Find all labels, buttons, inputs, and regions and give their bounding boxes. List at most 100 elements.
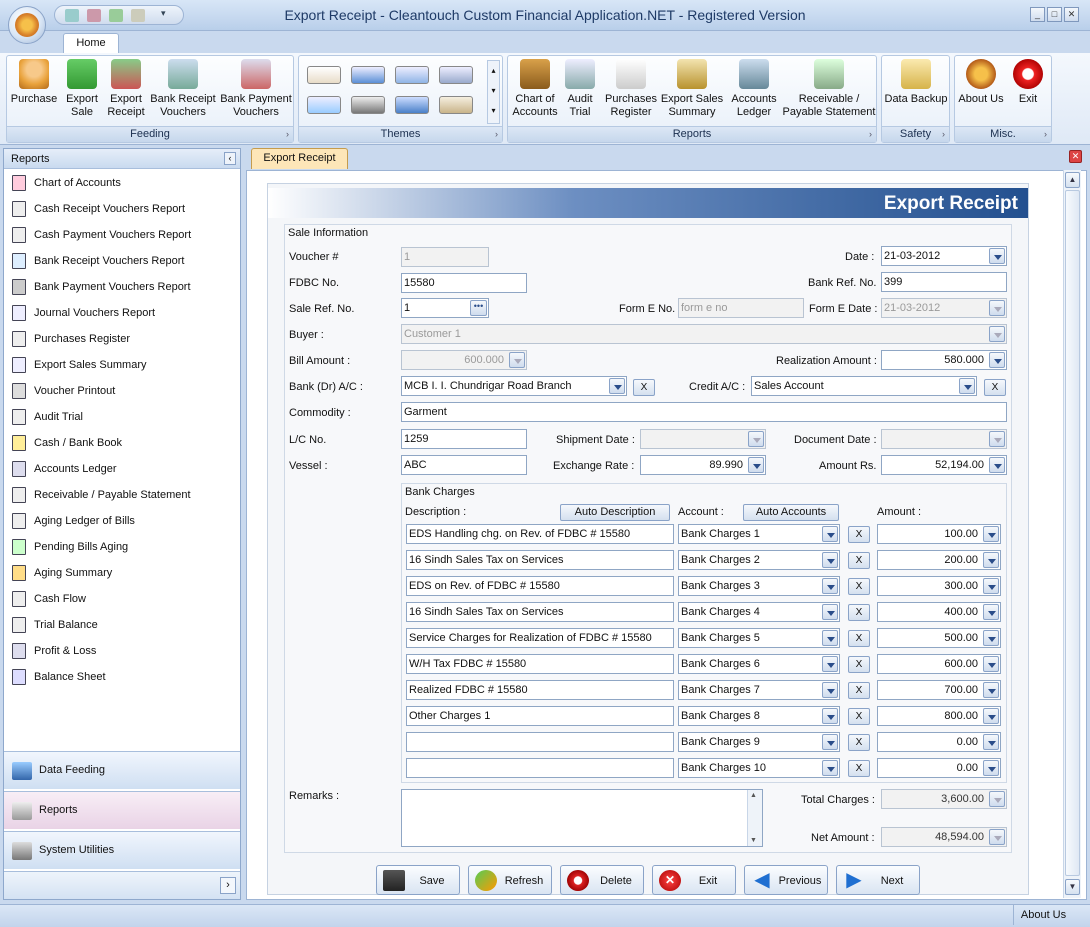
report-item[interactable]: Trial Balance: [12, 615, 232, 637]
report-item[interactable]: Cash Payment Vouchers Report: [12, 225, 232, 247]
credit-dropdown-icon[interactable]: [959, 378, 975, 394]
remarks-textarea[interactable]: ▲ ▼: [401, 789, 763, 847]
charge-amount-field[interactable]: 800.00: [877, 706, 1001, 726]
charge-amount-spin-icon[interactable]: [983, 604, 999, 620]
exit-app-button[interactable]: Exit: [1007, 59, 1049, 127]
chart-of-accounts-button[interactable]: Chart of Accounts: [510, 59, 560, 127]
realization-spin-icon[interactable]: [989, 352, 1005, 368]
vessel-field[interactable]: ABC: [401, 455, 527, 475]
charge-description-field[interactable]: Service Charges for Realization of FDBC …: [406, 628, 674, 648]
date-field[interactable]: 21-03-2012: [881, 246, 1007, 266]
report-item[interactable]: Bank Payment Vouchers Report: [12, 277, 232, 299]
report-item[interactable]: Receivable / Payable Statement: [12, 485, 232, 507]
exchange-rate-field[interactable]: 89.990: [640, 455, 766, 475]
report-item[interactable]: Voucher Printout: [12, 381, 232, 403]
remarks-scroll-down-icon[interactable]: ▼: [750, 837, 757, 844]
charge-account-field[interactable]: Bank Charges 5: [678, 628, 840, 648]
bank-ref-field[interactable]: 399: [881, 272, 1007, 292]
charge-description-field[interactable]: EDS Handling chg. on Rev. of FDBC # 1558…: [406, 524, 674, 544]
charge-amount-spin-icon[interactable]: [983, 630, 999, 646]
theme-swatch-1[interactable]: [307, 66, 341, 84]
charge-amount-field[interactable]: 400.00: [877, 602, 1001, 622]
new-icon[interactable]: [65, 9, 79, 22]
nav-data-feeding[interactable]: Data Feeding: [4, 751, 240, 789]
charge-account-field[interactable]: Bank Charges 6: [678, 654, 840, 674]
report-item[interactable]: Aging Ledger of Bills: [12, 511, 232, 533]
charge-description-field[interactable]: 16 Sindh Sales Tax on Services: [406, 550, 674, 570]
charge-account-dropdown-icon[interactable]: [822, 526, 838, 542]
charge-amount-field[interactable]: 600.00: [877, 654, 1001, 674]
clear-charge-button[interactable]: X: [848, 604, 870, 621]
report-item[interactable]: Journal Vouchers Report: [12, 303, 232, 325]
remarks-scroll-up-icon[interactable]: ▲: [750, 792, 757, 799]
form-e-date-field[interactable]: 21-03-2012: [881, 298, 1007, 318]
collapse-icon[interactable]: ‹: [224, 152, 236, 165]
delete-button[interactable]: Delete: [560, 865, 644, 895]
app-orb-button[interactable]: [8, 6, 46, 44]
credit-account-field[interactable]: Sales Account: [751, 376, 977, 396]
bank-receipt-vouchers-button[interactable]: Bank Receipt Vouchers: [149, 59, 217, 127]
report-item[interactable]: Pending Bills Aging: [12, 537, 232, 559]
next-button[interactable]: ▶ Next: [836, 865, 920, 895]
theme-swatch-2[interactable]: [351, 66, 385, 84]
save-button[interactable]: Save: [376, 865, 460, 895]
clear-charge-button[interactable]: X: [848, 552, 870, 569]
export-sale-button[interactable]: Export Sale: [61, 59, 103, 127]
bill-amount-spin-icon[interactable]: [509, 352, 525, 368]
sale-ref-lookup-button[interactable]: •••: [470, 300, 487, 316]
themes-gallery-scroll[interactable]: ▴ ▾ ▾: [487, 60, 500, 124]
charge-amount-spin-icon[interactable]: [983, 656, 999, 672]
charge-amount-field[interactable]: 0.00: [877, 732, 1001, 752]
charge-amount-field[interactable]: 100.00: [877, 524, 1001, 544]
clear-charge-button[interactable]: X: [848, 656, 870, 673]
charge-account-field[interactable]: Bank Charges 1: [678, 524, 840, 544]
exchange-rate-spin-icon[interactable]: [748, 457, 764, 473]
charge-amount-spin-icon[interactable]: [983, 526, 999, 542]
remarks-scrollbar[interactable]: ▲ ▼: [747, 790, 762, 846]
export-sales-summary-button[interactable]: Export Sales Summary: [660, 59, 724, 127]
charge-account-dropdown-icon[interactable]: [822, 682, 838, 698]
lc-field[interactable]: 1259: [401, 429, 527, 449]
bank-dropdown-icon[interactable]: [609, 378, 625, 394]
charge-account-dropdown-icon[interactable]: [822, 604, 838, 620]
audit-trial-button[interactable]: Audit Trial: [562, 59, 598, 127]
report-item[interactable]: Accounts Ledger: [12, 459, 232, 481]
charge-description-field[interactable]: 16 Sindh Sales Tax on Services: [406, 602, 674, 622]
charge-account-field[interactable]: Bank Charges 3: [678, 576, 840, 596]
report-item[interactable]: Profit & Loss: [12, 641, 232, 663]
clear-charge-button[interactable]: X: [848, 734, 870, 751]
expand-icon[interactable]: ›: [495, 127, 498, 142]
export-receipt-button[interactable]: Export Receipt: [105, 59, 147, 127]
charge-account-dropdown-icon[interactable]: [822, 760, 838, 776]
refresh-button[interactable]: Refresh: [468, 865, 552, 895]
charge-amount-spin-icon[interactable]: [983, 552, 999, 568]
charge-amount-field[interactable]: 300.00: [877, 576, 1001, 596]
card-icon[interactable]: [131, 9, 145, 22]
scroll-thumb[interactable]: [1065, 190, 1080, 876]
qat-dropdown-icon[interactable]: ▾: [161, 8, 166, 19]
charge-account-field[interactable]: Bank Charges 8: [678, 706, 840, 726]
shipment-date-field[interactable]: [640, 429, 766, 449]
status-about-us[interactable]: About Us: [1013, 905, 1073, 925]
clear-charge-button[interactable]: X: [848, 630, 870, 647]
report-item[interactable]: Bank Receipt Vouchers Report: [12, 251, 232, 273]
expand-icon[interactable]: ›: [286, 127, 289, 142]
charge-account-dropdown-icon[interactable]: [822, 656, 838, 672]
amount-rs-field[interactable]: 52,194.00: [881, 455, 1007, 475]
charge-amount-spin-icon[interactable]: [983, 682, 999, 698]
charge-account-field[interactable]: Bank Charges 10: [678, 758, 840, 778]
close-tab-icon[interactable]: ✕: [1069, 150, 1082, 163]
commodity-field[interactable]: Garment: [401, 402, 1007, 422]
expand-icon[interactable]: ›: [869, 127, 872, 142]
charge-account-field[interactable]: Bank Charges 2: [678, 550, 840, 570]
charge-amount-field[interactable]: 0.00: [877, 758, 1001, 778]
nav-reports[interactable]: Reports: [4, 791, 240, 829]
report-item[interactable]: Purchases Register: [12, 329, 232, 351]
charge-account-dropdown-icon[interactable]: [822, 630, 838, 646]
shipment-date-dropdown-icon[interactable]: [748, 431, 764, 447]
charge-amount-spin-icon[interactable]: [983, 708, 999, 724]
clear-bank-button[interactable]: X: [633, 379, 655, 396]
document-date-field[interactable]: [881, 429, 1007, 449]
data-backup-button[interactable]: Data Backup: [884, 59, 948, 127]
document-date-dropdown-icon[interactable]: [989, 431, 1005, 447]
